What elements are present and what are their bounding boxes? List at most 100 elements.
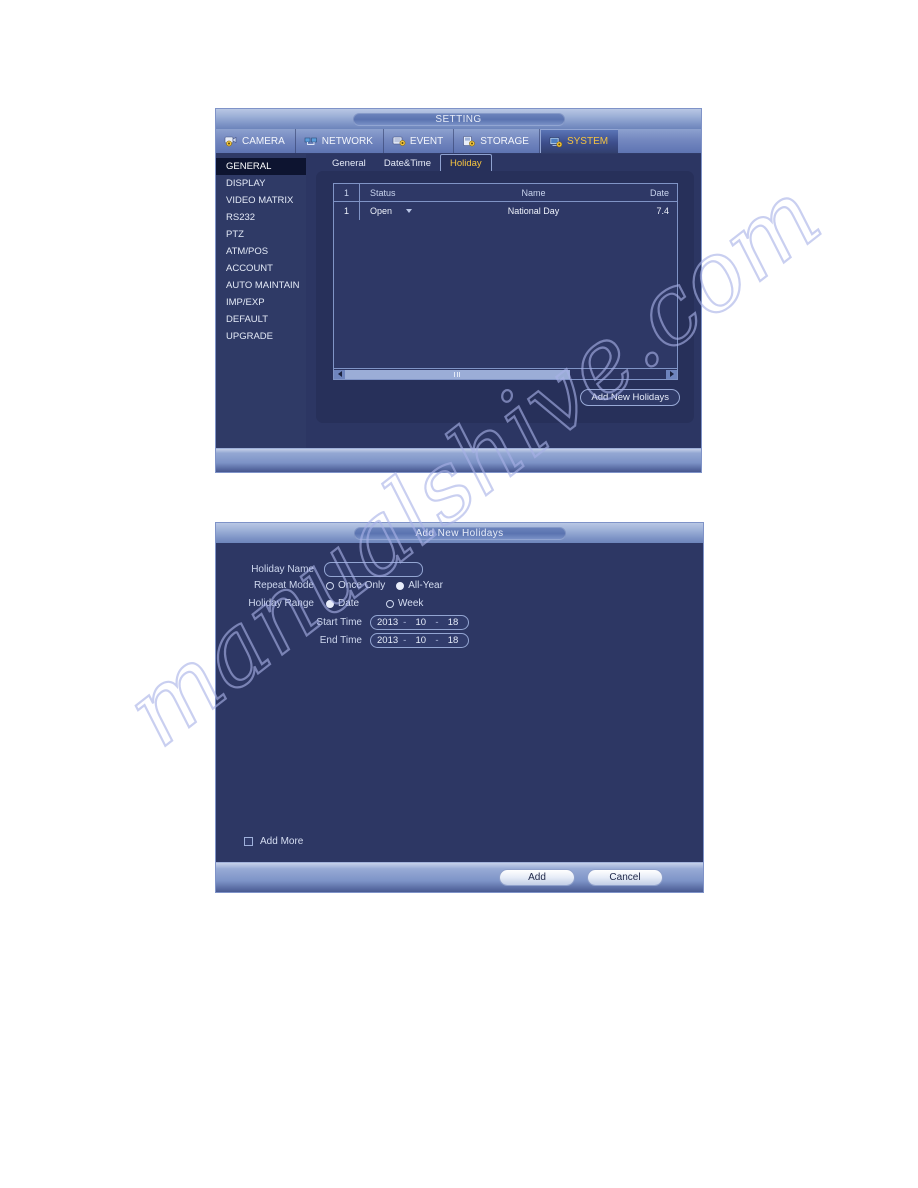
sidebar-item-ptz[interactable]: PTZ [216,226,306,243]
add-holiday-body: Holiday Name Repeat Mode Once Only All-Y… [216,543,703,861]
scroll-left-button[interactable] [334,369,345,379]
holiday-name-row: Holiday Name [242,562,423,577]
grip-line [456,371,458,377]
grip-line [459,371,461,377]
end-time-day[interactable]: 18 [443,635,462,646]
radio-range-date[interactable]: Date [326,598,386,609]
sidebar-item-label: DISPLAY [226,177,266,189]
radio-all-year-dot[interactable] [396,581,405,590]
subtab-general[interactable]: General [323,154,375,171]
content-area: General Date&Time Holiday 1 Status Name … [306,154,701,449]
radio-all-year-label: All-Year [408,580,443,591]
chevron-down-icon[interactable] [406,209,413,213]
radio-range-date-dot[interactable] [326,599,334,608]
add-holiday-footer: Add Cancel [216,862,703,892]
start-time-year[interactable]: 2013 [377,617,398,628]
subtab-label: General [332,157,366,169]
radio-once-only-dot[interactable] [326,581,334,590]
holiday-name-label: Holiday Name [251,564,314,575]
end-time-row: End Time 2013 - 10 - 18 [242,633,470,648]
header-status: Status [360,188,460,198]
radio-range-date-label: Date [338,598,360,609]
end-time-label: End Time [319,635,362,646]
sidebar-item-atm-pos[interactable]: ATM/POS [216,243,306,260]
start-time-day[interactable]: 18 [443,617,462,628]
date-separator: - [435,635,439,646]
page-root: manualshive.com SETTING CAMERA NETWORK E… [0,0,918,1188]
holiday-panel: 1 Status Name Date 1 Open National Day 7… [316,171,694,423]
subtab-label: Date&Time [383,157,431,169]
radio-range-week-dot[interactable] [386,599,394,608]
camera-icon [224,135,238,147]
sidebar-item-label: PTZ [226,228,244,240]
subtab-holiday[interactable]: Holiday [439,154,492,171]
tab-storage[interactable]: STORAGE [454,129,540,153]
setting-body: GENERAL DISPLAY VIDEO MATRIX RS232 PTZ A… [216,154,701,449]
sidebar-item-account[interactable]: ACCOUNT [216,260,306,277]
sidebar-item-auto-maintain[interactable]: AUTO MAINTAIN [216,277,306,294]
setting-window-title: SETTING [352,112,565,126]
start-time-label: Start Time [316,617,362,628]
start-time-field[interactable]: 2013 - 10 - 18 [370,615,470,630]
subtab-label: Holiday [449,158,482,169]
add-button[interactable]: Add [499,869,575,886]
end-time-year[interactable]: 2013 [377,635,398,646]
radio-once-only[interactable]: Once Only [326,580,385,591]
sidebar-item-label: DEFAULT [226,313,269,325]
sidebar-item-rs232[interactable]: RS232 [216,209,306,226]
holiday-table: 1 Status Name Date 1 Open National Day 7… [333,183,678,380]
tab-network-label: NETWORK [321,135,373,147]
cancel-button[interactable]: Cancel [587,869,663,886]
sidebar-item-upgrade[interactable]: UPGRADE [216,328,306,345]
date-separator: - [403,617,407,628]
tab-camera[interactable]: CAMERA [216,129,296,153]
sidebar-item-default[interactable]: DEFAULT [216,311,306,328]
add-new-holidays-button[interactable]: Add New Holidays [580,389,680,406]
tab-storage-label: STORAGE [480,135,529,147]
scroll-right-button[interactable] [666,369,677,379]
tab-event-label: EVENT [409,135,444,147]
end-time-month[interactable]: 10 [411,635,430,646]
sidebar-item-general[interactable]: GENERAL [216,158,306,175]
scrollbar-track[interactable] [345,369,666,379]
header-index: 1 [334,184,360,201]
setting-window: SETTING CAMERA NETWORK EVENT STORAGE SYS… [215,108,702,473]
header-date: Date [649,187,669,198]
sidebar-item-label: GENERAL [226,160,272,172]
sidebar: GENERAL DISPLAY VIDEO MATRIX RS232 PTZ A… [216,154,306,449]
radio-range-week[interactable]: Week [386,598,423,609]
add-holiday-titlebar: Add New Holidays [216,523,703,543]
tab-event[interactable]: EVENT [384,129,455,153]
table-horizontal-scrollbar[interactable] [334,368,677,379]
row-status-dropdown[interactable]: Open [360,206,460,216]
header-status-label: Status [370,187,396,198]
setting-titlebar: SETTING [216,109,701,129]
subtab-date-time[interactable]: Date&Time [375,154,440,171]
tab-network[interactable]: NETWORK [296,129,384,153]
row-date: 7.4 [656,206,669,216]
scrollbar-thumb[interactable] [345,369,570,379]
sidebar-item-label: UPGRADE [226,330,273,342]
repeat-mode-label: Repeat Mode [253,580,314,591]
add-more-checkbox[interactable] [244,837,253,846]
radio-range-week-label: Week [398,598,424,609]
add-more-row[interactable]: Add More [244,836,303,847]
start-time-month[interactable]: 10 [411,617,430,628]
sidebar-item-video-matrix[interactable]: VIDEO MATRIX [216,192,306,209]
tab-system[interactable]: SYSTEM [539,129,619,153]
table-row[interactable]: 1 Open National Day 7.4 [334,202,677,220]
add-holiday-dialog: Add New Holidays Holiday Name Repeat Mod… [215,522,704,893]
sidebar-item-label: IMP/EXP [226,296,265,308]
sidebar-item-label: ACCOUNT [226,262,273,274]
sidebar-item-display[interactable]: DISPLAY [216,175,306,192]
end-time-field[interactable]: 2013 - 10 - 18 [370,633,470,648]
sidebar-item-imp-exp[interactable]: IMP/EXP [216,294,306,311]
tab-camera-label: CAMERA [242,135,285,147]
add-holiday-title: Add New Holidays [353,526,566,540]
storage-icon [462,135,476,147]
start-time-row: Start Time 2013 - 10 - 18 [242,615,470,630]
radio-all-year[interactable]: All-Year [396,580,443,591]
system-icon [549,136,563,148]
arrow-right-icon [669,371,674,377]
holiday-name-input[interactable] [324,562,423,577]
